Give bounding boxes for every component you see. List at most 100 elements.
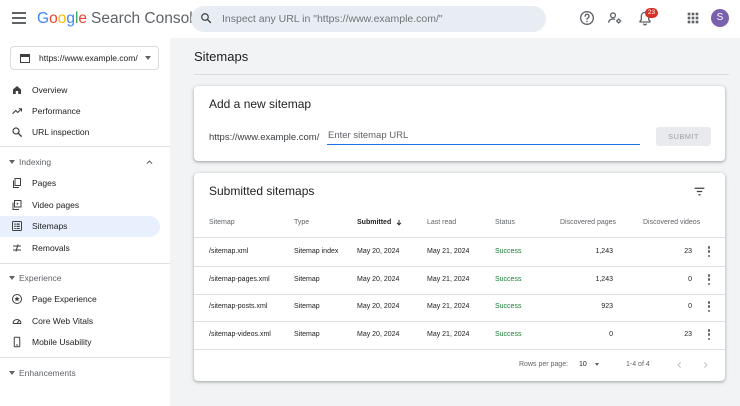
- wordmark-letter: o: [49, 10, 58, 27]
- discovered-videos-count: 0: [688, 303, 692, 310]
- product-logo[interactable]: Google Search Console: [37, 10, 201, 28]
- more-options-icon[interactable]: [707, 301, 711, 312]
- status-badge: Success: [495, 248, 522, 255]
- submit-button[interactable]: SUBMIT: [656, 127, 711, 146]
- status-badge: Success: [495, 276, 522, 283]
- manage-users-icon[interactable]: [607, 10, 623, 26]
- last-read-date: May 21, 2024: [427, 276, 470, 283]
- more-options-icon[interactable]: [707, 274, 711, 285]
- nav-item-performance[interactable]: Performance: [0, 101, 160, 122]
- sitemap-type: Sitemap: [294, 276, 320, 283]
- discovered-pages-count: 1,243: [595, 248, 613, 255]
- sitemap-path: /sitemap.xml: [209, 248, 249, 255]
- nav-label: URL inspection: [32, 127, 90, 137]
- search-icon: [201, 13, 212, 24]
- search-input[interactable]: [222, 10, 532, 28]
- wordmark-letter: e: [78, 10, 88, 27]
- column-header-type[interactable]: Type: [294, 219, 309, 226]
- sitemap-path: /sitemap-pages.xml: [209, 276, 270, 283]
- nav-label: Sitemaps: [32, 221, 68, 231]
- nav-item-removals[interactable]: Removals: [0, 238, 160, 259]
- status-badge: Success: [495, 303, 522, 310]
- filter-icon[interactable]: [693, 185, 706, 198]
- product-name: Search Console: [91, 10, 202, 27]
- column-header-last-read[interactable]: Last read: [427, 219, 456, 226]
- menu-icon[interactable]: [12, 11, 26, 25]
- discovered-pages-count: 923: [601, 303, 613, 310]
- submitted-sitemaps-card: Submitted sitemaps Sitemap Type Submitte…: [194, 173, 725, 381]
- nav-item-mobile-usability[interactable]: Mobile Usability: [0, 332, 160, 353]
- divider: [194, 294, 725, 295]
- sidebar: https://www.example.com/ Overview Perfor…: [0, 38, 170, 406]
- nav-label: Page Experience: [32, 294, 97, 304]
- search-icon: [12, 127, 22, 137]
- section-label: Experience: [19, 273, 62, 283]
- sitemap-type: Sitemap: [294, 331, 320, 338]
- more-options-icon[interactable]: [707, 329, 711, 340]
- sitemap-type: Sitemap: [294, 303, 320, 310]
- nav-item-url-inspection[interactable]: URL inspection: [0, 122, 160, 143]
- nav-label: Core Web Vitals: [32, 316, 94, 326]
- nav-label: Video pages: [32, 200, 80, 210]
- nav-item-overview[interactable]: Overview: [0, 80, 160, 101]
- submitted-date: May 20, 2024: [357, 248, 400, 255]
- url-inspect-search[interactable]: [191, 6, 546, 32]
- video-icon: [12, 200, 22, 210]
- page-range: 1-4 of 4: [626, 361, 650, 368]
- divider: [194, 74, 729, 75]
- nav-label: Removals: [32, 243, 70, 253]
- divider: [0, 263, 170, 264]
- nav-item-page-experience[interactable]: Page Experience: [0, 289, 160, 310]
- previous-page-icon[interactable]: [675, 360, 684, 370]
- discovered-pages-count: 0: [609, 331, 613, 338]
- card-title: Add a new sitemap: [209, 97, 312, 111]
- divider: [0, 357, 170, 358]
- dropdown-caret-icon: [145, 56, 151, 60]
- top-bar: GoogleSearch Console 23 S: [0, 0, 740, 38]
- apps-grid-icon[interactable]: [685, 10, 701, 26]
- submitted-date: May 20, 2024: [357, 303, 400, 310]
- nav-item-video-pages[interactable]: Video pages: [0, 195, 160, 216]
- pages-icon: [13, 178, 21, 188]
- divider: [0, 146, 170, 147]
- sitemap-path: /sitemap-videos.xml: [209, 331, 271, 338]
- divider: [194, 266, 725, 267]
- expand-triangle-icon: [9, 160, 15, 164]
- column-header-status[interactable]: Status: [495, 219, 515, 226]
- sitemap-url-prefix: https://www.example.com/: [209, 132, 320, 143]
- section-indexing[interactable]: Indexing: [0, 154, 160, 172]
- column-header-discovered-videos[interactable]: Discovered videos: [643, 219, 700, 226]
- dropdown-caret-icon[interactable]: [595, 363, 599, 366]
- section-experience[interactable]: Experience: [0, 270, 160, 288]
- sitemap-url-input[interactable]: [327, 127, 640, 145]
- card-title: Submitted sitemaps: [209, 184, 315, 198]
- last-read-date: May 21, 2024: [427, 331, 470, 338]
- discovered-pages-count: 1,243: [595, 276, 613, 283]
- rows-per-page-label: Rows per page:: [519, 361, 569, 368]
- divider: [194, 321, 725, 322]
- rows-per-page-select[interactable]: 10: [579, 361, 587, 368]
- home-icon: [13, 86, 21, 94]
- column-header-sitemap[interactable]: Sitemap: [209, 219, 235, 226]
- discovered-videos-count: 23: [684, 248, 692, 255]
- next-page-icon[interactable]: [701, 360, 710, 370]
- property-selector[interactable]: https://www.example.com/: [10, 46, 159, 70]
- sitemap-path: /sitemap-posts.xml: [209, 303, 268, 310]
- chevron-up-icon[interactable]: [145, 158, 154, 167]
- account-avatar[interactable]: S: [711, 9, 729, 27]
- wordmark-letter: G: [37, 10, 50, 27]
- column-header-submitted[interactable]: Submitted: [357, 219, 391, 226]
- nav-item-sitemaps[interactable]: Sitemaps: [0, 216, 160, 237]
- trending-up-icon: [12, 108, 23, 115]
- section-enhancements[interactable]: Enhancements: [0, 365, 160, 383]
- status-badge: Success: [495, 331, 522, 338]
- nav-item-core-web-vitals[interactable]: Core Web Vitals: [0, 311, 160, 332]
- property-url: https://www.example.com/: [39, 53, 138, 63]
- help-icon[interactable]: [579, 10, 595, 26]
- discovered-videos-count: 0: [688, 276, 692, 283]
- more-options-icon[interactable]: [707, 246, 711, 257]
- column-header-discovered-pages[interactable]: Discovered pages: [560, 219, 616, 226]
- nav-item-pages[interactable]: Pages: [0, 173, 160, 194]
- sitemap-type: Sitemap index: [294, 248, 339, 255]
- sort-descending-icon[interactable]: [395, 218, 403, 227]
